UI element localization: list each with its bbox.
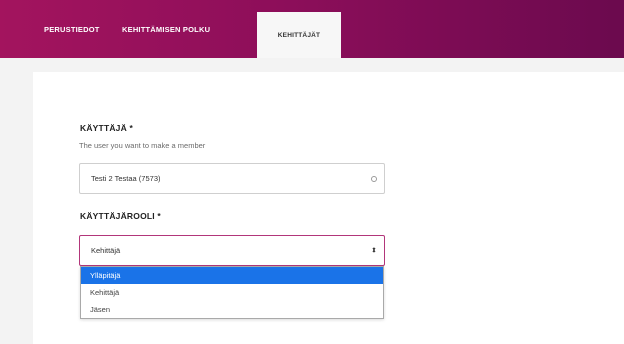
tab-kehittajat[interactable]: KEHITTÄJÄT <box>257 12 341 58</box>
user-field-help: The user you want to make a member <box>79 141 206 150</box>
tab-kehittamisen-polku[interactable]: KEHITTÄMISEN POLKU <box>122 0 210 58</box>
circle-icon <box>371 175 377 182</box>
role-select-value: Kehittäjä <box>91 246 121 255</box>
role-option-jasen[interactable]: Jäsen <box>81 301 383 318</box>
updown-arrows-icon: ⬍ <box>371 247 377 254</box>
role-dropdown-list: Ylläpitäjä Kehittäjä Jäsen <box>80 266 384 319</box>
role-select-field[interactable]: Kehittäjä ⬍ <box>79 235 385 266</box>
user-select-value: Testi 2 Testaa (7573) <box>91 174 161 183</box>
role-option-kehittaja[interactable]: Kehittäjä <box>81 284 383 301</box>
user-select-field[interactable]: Testi 2 Testaa (7573) <box>79 163 385 194</box>
role-option-yllapitaja[interactable]: Ylläpitäjä <box>81 267 383 284</box>
top-navigation-bar: PERUSTIEDOT KEHITTÄMISEN POLKU KEHITTÄJÄ… <box>0 0 624 58</box>
tab-perustiedot[interactable]: PERUSTIEDOT <box>44 0 100 58</box>
role-field-label: KÄYTTÄJÄROOLI * <box>80 211 161 221</box>
user-field-label: KÄYTTÄJÄ * <box>80 123 134 133</box>
